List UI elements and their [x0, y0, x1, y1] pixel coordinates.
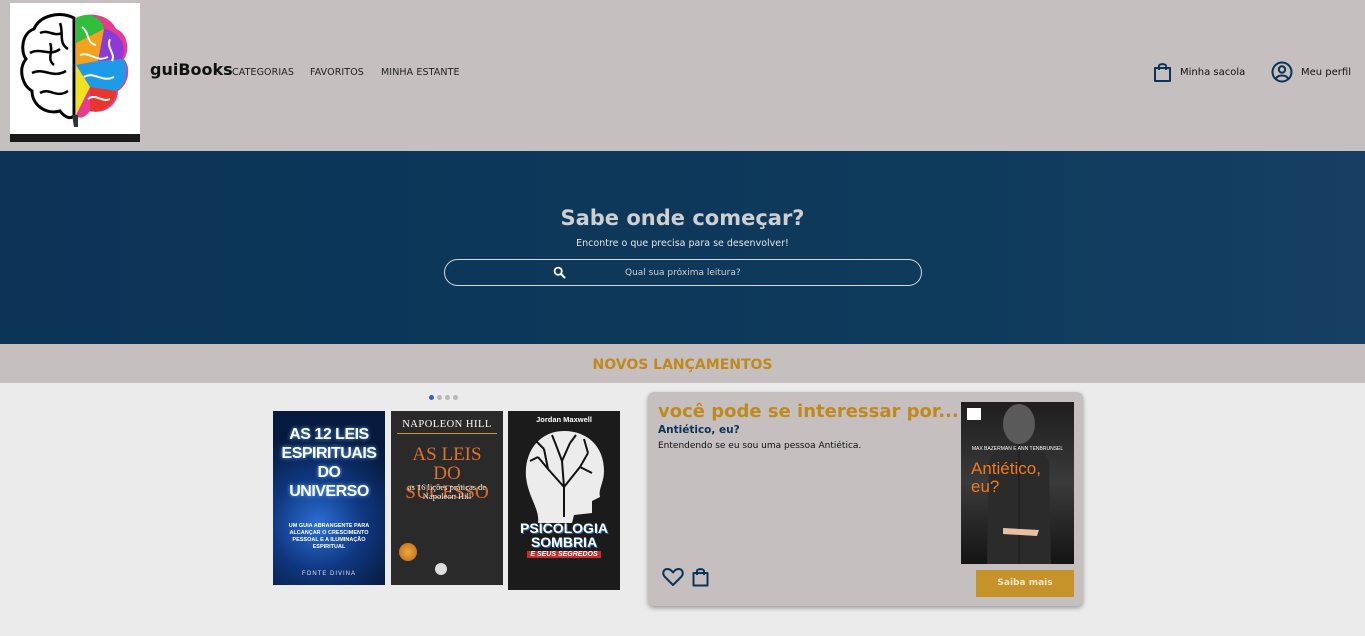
book-title: AS 12 LEIS ESPIRITUAIS DO UNIVERSO: [281, 426, 377, 500]
search-input[interactable]: [625, 265, 885, 281]
cover-title: Antiético, eu?: [971, 459, 1041, 496]
medal-icon: [399, 543, 417, 561]
book-subtitle: E SEUS SEGREDOS: [527, 551, 601, 558]
bag-label: Minha sacola: [1180, 66, 1246, 78]
logo-footer-strip: [10, 134, 140, 142]
book-cover[interactable]: Jordan Maxwell PSICOLOGIA SOMBRIA E SEUS…: [508, 411, 620, 590]
carousel-dot[interactable]: [429, 395, 434, 400]
carousel-dots: [429, 395, 458, 400]
search-icon[interactable]: [553, 266, 566, 279]
learn-more-button[interactable]: Saiba mais: [976, 570, 1074, 597]
book-subtitle: as 16 lições práticas de Napoleon Hill: [407, 482, 487, 501]
nav-favorites[interactable]: FAVORITOS: [310, 67, 364, 78]
shopping-bag-icon: [1154, 62, 1171, 82]
brain-logo[interactable]: [10, 3, 140, 142]
hero-subtitle: Encontre o que precisa para se desenvolv…: [576, 238, 789, 249]
book-cover[interactable]: NAPOLEON HILL AS LEIS DO SUCESSO as 16 l…: [391, 411, 503, 585]
heart-icon[interactable]: [662, 567, 684, 587]
suggestion-book-title[interactable]: Antiético, eu?: [658, 424, 740, 436]
divider: [397, 433, 497, 434]
book-subtitle: UM GUIA ABRANGENTE PARA ALCANÇAR O CRESC…: [288, 523, 370, 550]
carousel-dot[interactable]: [445, 395, 450, 400]
shopping-bag-icon[interactable]: [692, 567, 709, 587]
releases-section-bar: NOVOS LANÇAMENTOS: [0, 344, 1365, 383]
book-title: PSICOLOGIA SOMBRIA: [520, 520, 608, 550]
carousel-dot[interactable]: [453, 395, 458, 400]
hero-title: Sabe onde começar?: [560, 206, 805, 230]
hero-banner: Sabe onde começar? Encontre o que precis…: [0, 151, 1365, 344]
site-header: guiBooks CATEGORIAS FAVORITOS MINHA ESTA…: [0, 0, 1365, 151]
book-author: FONTE DIVINA: [301, 571, 356, 577]
bag-link[interactable]: Minha sacola: [1153, 61, 1245, 83]
carousel-dot[interactable]: [437, 395, 442, 400]
head-tree-illustration: [525, 431, 604, 523]
suggestion-book-cover[interactable]: MAX BAZERMAN E ANN TENBRUNSEL Antiético,…: [961, 402, 1074, 564]
book-cover[interactable]: AS 12 LEIS ESPIRITUAIS DO UNIVERSO UM GU…: [273, 411, 385, 585]
suggestion-card: você pode se interessar por... Antiético…: [648, 392, 1083, 606]
search-bar[interactable]: [444, 259, 922, 286]
book-author: NAPOLEON HILL: [402, 419, 492, 430]
cover-authors: MAX BAZERMAN E ANN TENBRUNSEL: [971, 446, 1064, 452]
releases-title: NOVOS LANÇAMENTOS: [592, 357, 773, 373]
suggestion-heading: você pode se interessar por...: [658, 401, 959, 422]
book-author: Jordan Maxwell: [536, 415, 592, 424]
suggestion-description: Entendendo se eu sou uma pessoa Antiétic…: [658, 441, 862, 451]
profile-label: Meu perfil: [1301, 66, 1351, 78]
user-profile-icon: [1271, 61, 1293, 83]
nav-categories[interactable]: CATEGORIAS: [232, 67, 294, 78]
nav-shelf[interactable]: MINHA ESTANTE: [381, 67, 460, 78]
publisher-logo-icon: [435, 563, 447, 575]
brain-logo-icon: [20, 13, 129, 127]
brand-name[interactable]: guiBooks: [150, 60, 233, 79]
profile-link[interactable]: Meu perfil: [1271, 61, 1351, 83]
